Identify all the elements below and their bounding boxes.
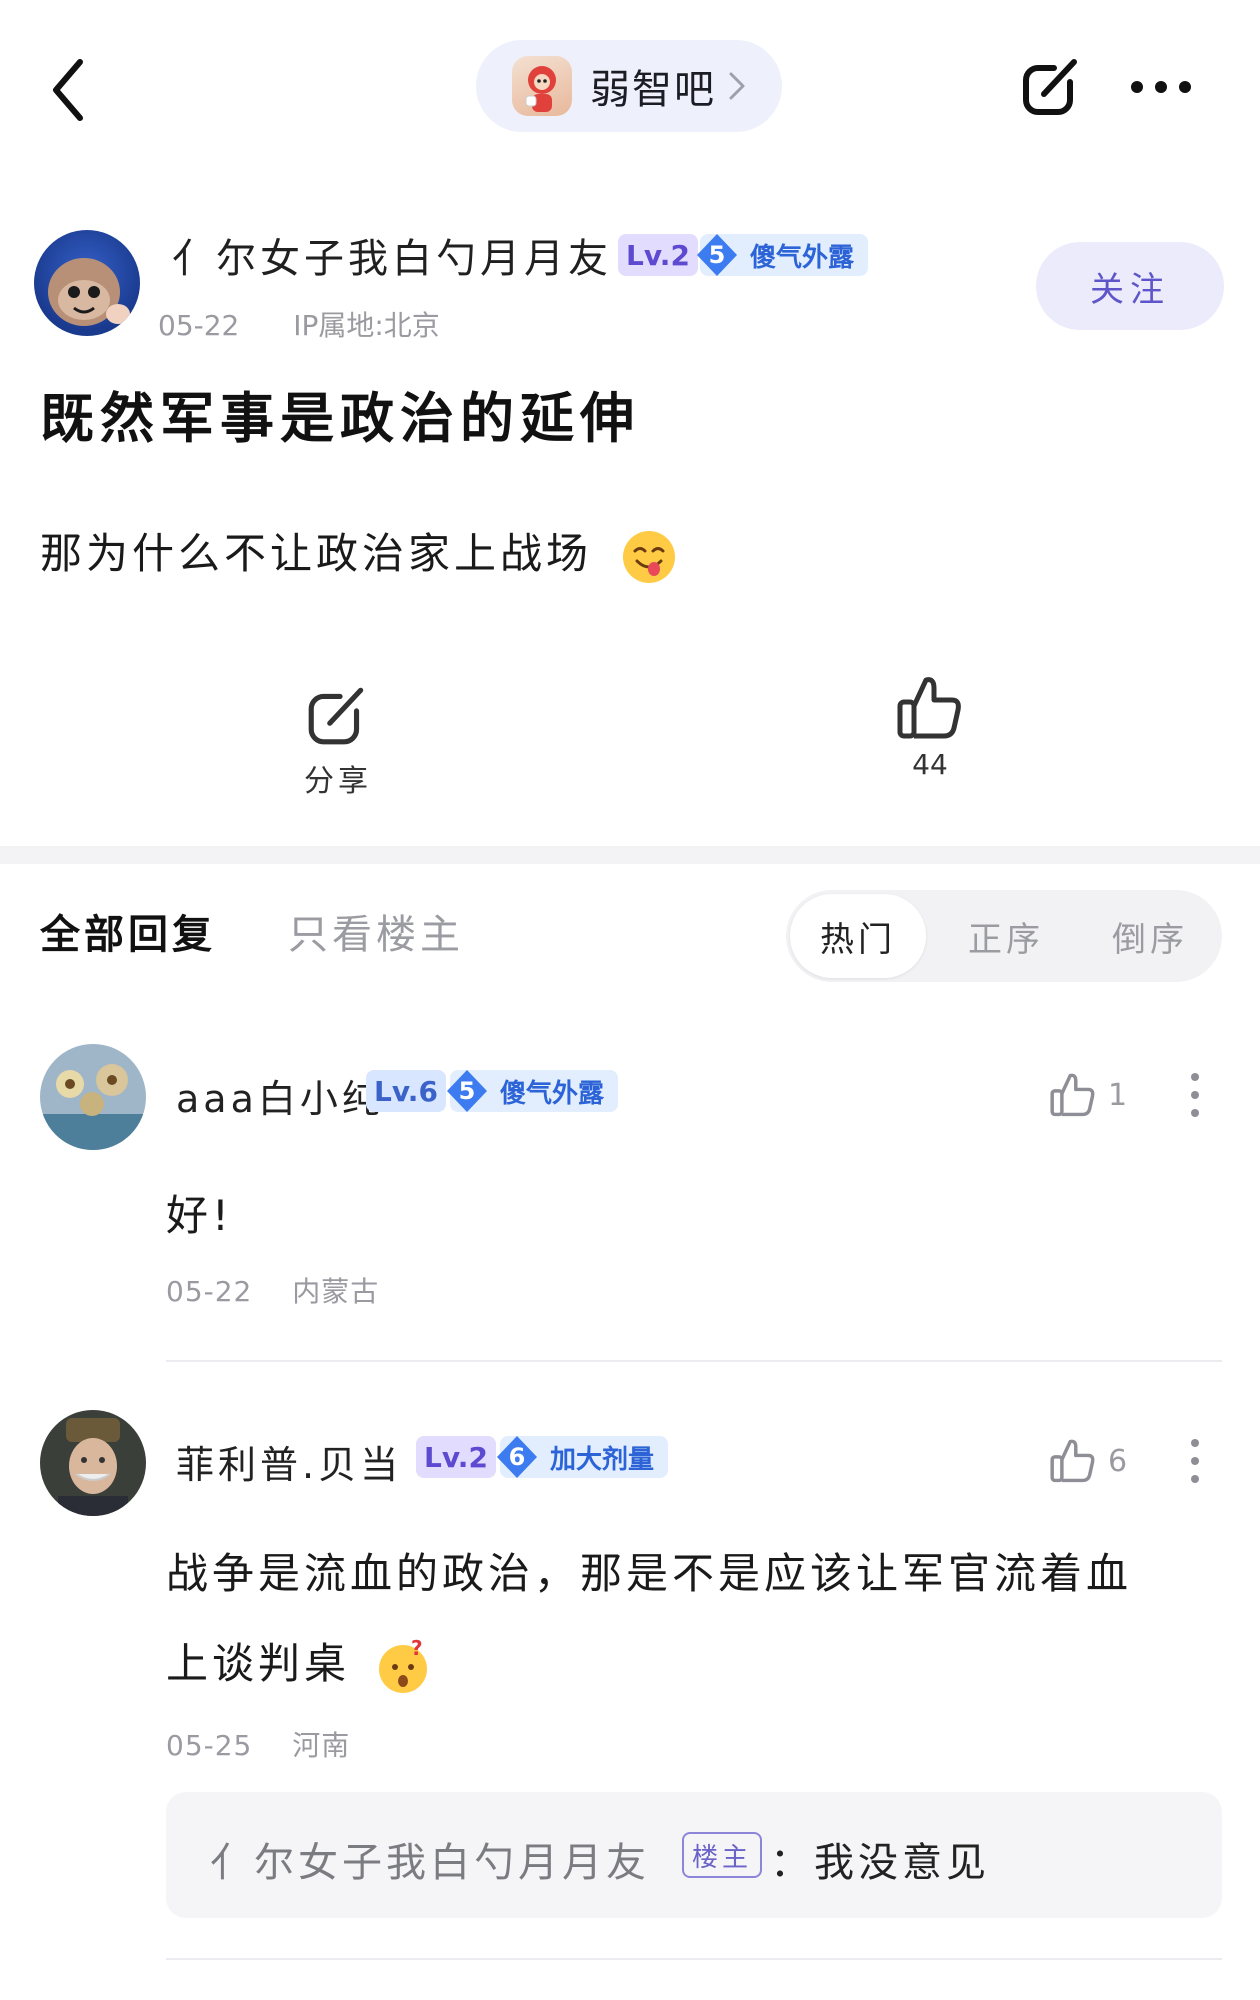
- sub-reply-text: ：我没意见: [770, 1840, 990, 1886]
- honor-badge: 5 傻气外露: [697, 234, 869, 276]
- more-options-button[interactable]: [1128, 74, 1194, 100]
- comment-divider: [166, 1360, 1222, 1362]
- post-title: 既然军事是政治的延伸: [40, 387, 640, 450]
- comment-text-continued: 上谈判桌: [166, 1639, 351, 1688]
- post-ip-location: IP属地:北京: [293, 309, 440, 342]
- comment-text-line: 上谈判桌 ?: [166, 1630, 431, 1695]
- post-meta: 05-22 IP属地:北京: [158, 304, 440, 344]
- tab-all-replies[interactable]: 全部回复: [40, 902, 216, 960]
- vertical-dots-icon: [1191, 1073, 1199, 1117]
- post-date: 05-22: [158, 309, 240, 342]
- compose-icon: [1023, 59, 1077, 115]
- honor-gem-icon: 5: [444, 1068, 490, 1114]
- svg-text:?: ?: [411, 1639, 427, 1660]
- comment-more-button[interactable]: [1188, 1070, 1202, 1120]
- share-icon: [308, 687, 364, 745]
- thumbs-up-icon: [897, 677, 961, 739]
- section-divider: [0, 846, 1260, 864]
- honor-gem-icon: 5: [694, 232, 740, 278]
- comment-more-button[interactable]: [1188, 1436, 1202, 1486]
- thumbs-up-icon: [1050, 1439, 1095, 1483]
- op-tag-badge: 楼主: [682, 1832, 763, 1878]
- share-button[interactable]: 分享: [290, 680, 386, 800]
- forum-entry-button[interactable]: 弱智吧: [476, 40, 782, 132]
- follow-button[interactable]: 关注: [1036, 242, 1224, 330]
- honor-badge: 6 加大剂量: [497, 1436, 669, 1478]
- comment-like-count: 6: [1108, 1443, 1128, 1479]
- comment-meta: 05-22 内蒙古: [166, 1270, 379, 1310]
- author-name[interactable]: 亻尔女子我白勺月月友: [172, 226, 612, 284]
- comment-avatar[interactable]: [40, 1044, 146, 1150]
- sort-descending-button[interactable]: 倒序: [1112, 912, 1188, 961]
- sort-ascending-button[interactable]: 正序: [968, 912, 1044, 961]
- post-body: 那为什么不让政治家上战场: [40, 520, 677, 585]
- comment-location: 河南: [292, 1729, 351, 1762]
- comment-like-button[interactable]: 1: [1048, 1070, 1127, 1120]
- vertical-dots-icon: [1191, 1439, 1199, 1483]
- comment-meta: 05-25 河南: [166, 1724, 350, 1764]
- chevron-right-icon: [729, 72, 745, 100]
- like-count: 44: [912, 748, 948, 781]
- level-badge: Lv.2: [416, 1436, 496, 1478]
- level-badge: Lv.2: [618, 234, 698, 276]
- comment-like-button[interactable]: 6: [1048, 1436, 1127, 1486]
- thumbs-up-icon: [1050, 1073, 1095, 1117]
- sub-reply-author[interactable]: 亻尔女子我白勺月月友: [210, 1830, 650, 1888]
- comment-location: 内蒙古: [292, 1275, 380, 1308]
- yum-emoji-icon: [623, 530, 676, 583]
- comment-divider: [166, 1958, 1222, 1960]
- comment-date: 05-22: [166, 1275, 253, 1308]
- forum-name: 弱智吧: [590, 67, 716, 113]
- tab-op-only[interactable]: 只看楼主: [288, 902, 464, 960]
- back-arrow-icon: [53, 59, 83, 121]
- honor-badge: 5 傻气外露: [447, 1070, 619, 1112]
- confused-emoji-icon: ?: [379, 1639, 428, 1693]
- comment-text: 好!: [166, 1191, 233, 1240]
- comment-avatar[interactable]: [40, 1410, 146, 1516]
- compose-button[interactable]: [1018, 52, 1086, 120]
- back-button[interactable]: [40, 50, 100, 130]
- share-label: 分享: [304, 764, 372, 799]
- level-badge: Lv.6: [366, 1070, 446, 1112]
- comment-author-name[interactable]: 菲利普.贝当: [176, 1434, 402, 1489]
- comment-author-name[interactable]: aaa白小纯: [176, 1068, 384, 1123]
- comment-like-count: 1: [1108, 1077, 1128, 1113]
- comment-date: 05-25: [166, 1729, 253, 1762]
- post-body-text: 那为什么不让政治家上战场: [40, 529, 593, 578]
- honor-title: 加大剂量: [550, 1444, 655, 1475]
- author-avatar[interactable]: [34, 230, 140, 336]
- sort-hot-button[interactable]: 热门: [790, 894, 926, 978]
- more-dots-icon: [1131, 81, 1191, 93]
- like-button[interactable]: 44: [880, 672, 980, 798]
- honor-title: 傻气外露: [500, 1078, 605, 1109]
- honor-gem-icon: 6: [494, 1434, 540, 1480]
- honor-title: 傻气外露: [750, 242, 855, 273]
- forum-avatar: [512, 56, 572, 116]
- comment-text-line: 战争是流血的政治，那是不是应该让军官流着血: [166, 1549, 1133, 1598]
